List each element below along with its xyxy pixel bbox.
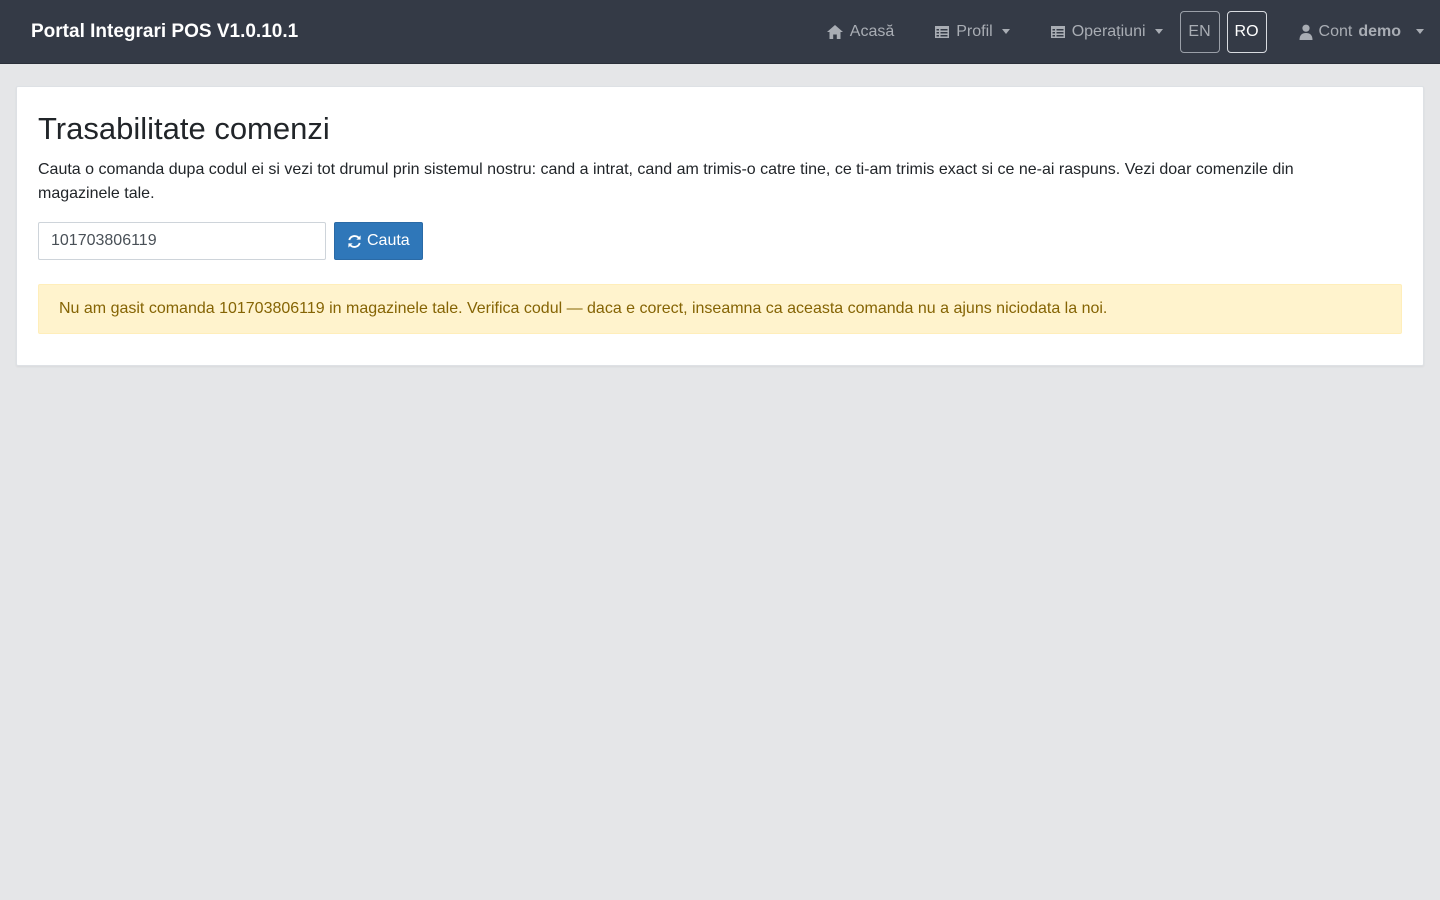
brand-title[interactable]: Portal Integrari POS V1.0.10.1 xyxy=(31,21,298,43)
nav-home[interactable]: Acasă xyxy=(826,23,894,41)
home-icon xyxy=(826,24,843,39)
lang-en-button[interactable]: EN xyxy=(1179,10,1220,53)
account-dropdown[interactable]: Cont demo xyxy=(1299,23,1424,41)
user-icon xyxy=(1299,24,1313,40)
nav-home-label: Acasă xyxy=(849,22,895,40)
page-description: Cauta o comanda dupa codul ei si vezi to… xyxy=(38,161,1294,202)
nav-operations-dropdown[interactable]: Operațiuni xyxy=(1050,23,1163,41)
table-icon xyxy=(1050,25,1065,38)
account-prefix: Cont xyxy=(1318,22,1353,40)
nav-right: Acasă Profil Operațiuni EN RO Cont demo xyxy=(826,0,1424,63)
table-icon xyxy=(935,25,950,38)
order-code-input[interactable] xyxy=(38,222,326,260)
page-title: Trasabilitate comenzi xyxy=(38,111,330,146)
caret-down-icon xyxy=(1154,29,1163,34)
search-button[interactable]: Cauta xyxy=(334,222,423,260)
search-row: Cauta xyxy=(38,222,1402,260)
top-navbar: Portal Integrari POS V1.0.10.1 Acasă Pro… xyxy=(0,0,1440,64)
refresh-icon xyxy=(348,234,361,248)
order-trace-card: Trasabilitate comenzi Cauta o comanda du… xyxy=(16,86,1424,366)
nav-profile-dropdown[interactable]: Profil xyxy=(934,22,1010,41)
not-found-alert: Nu am gasit comanda 101703806119 in maga… xyxy=(38,284,1402,334)
search-button-label: Cauta xyxy=(367,232,410,249)
nav-profile-label: Profil xyxy=(956,22,993,40)
account-username: demo xyxy=(1358,22,1401,40)
lang-ro-button[interactable]: RO xyxy=(1226,10,1267,53)
caret-down-icon xyxy=(1001,29,1010,34)
caret-down-icon xyxy=(1416,29,1424,34)
nav-operations-label: Operațiuni xyxy=(1071,22,1146,40)
